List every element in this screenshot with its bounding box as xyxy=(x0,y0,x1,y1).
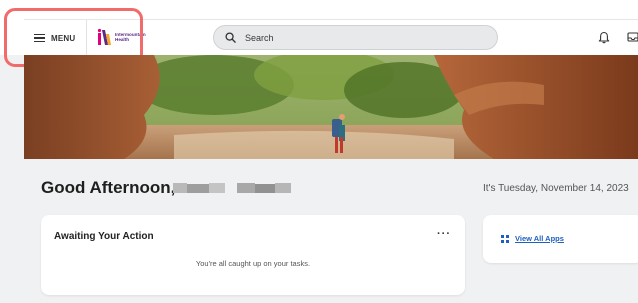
intermountain-logo[interactable]: Intermountain Health xyxy=(96,28,146,46)
bell-icon[interactable] xyxy=(598,31,610,44)
inbox-icon[interactable] xyxy=(627,31,638,43)
empty-tasks-message: You're all caught up on your tasks. xyxy=(195,259,311,268)
search-icon xyxy=(225,32,236,43)
more-options-button[interactable]: ··· xyxy=(437,228,451,240)
date-text: It's Tuesday, November 14, 2023 xyxy=(483,183,629,194)
apps-card: View All Apps xyxy=(483,215,638,263)
view-all-apps-label: View All Apps xyxy=(515,234,564,243)
logo-divider xyxy=(86,20,87,56)
menu-button[interactable]: MENU xyxy=(34,30,75,46)
logo-text: Intermountain Health xyxy=(115,32,146,42)
hamburger-icon xyxy=(34,34,45,42)
logo-line-2: Health xyxy=(115,37,130,42)
hero-banner-image xyxy=(24,55,638,159)
search-bar[interactable] xyxy=(213,25,498,50)
logo-mark-icon xyxy=(97,28,111,45)
menu-label: MENU xyxy=(51,33,76,43)
top-strip xyxy=(0,0,638,19)
view-all-apps-link[interactable]: View All Apps xyxy=(501,234,564,243)
awaiting-action-title: Awaiting Your Action xyxy=(54,231,154,242)
grid-icon xyxy=(501,234,509,243)
awaiting-action-card: Awaiting Your Action ··· You're all caug… xyxy=(41,215,465,295)
redacted-user-name xyxy=(173,183,291,193)
greeting-heading: Good Afternoon, xyxy=(41,178,176,197)
search-input[interactable] xyxy=(243,31,467,44)
